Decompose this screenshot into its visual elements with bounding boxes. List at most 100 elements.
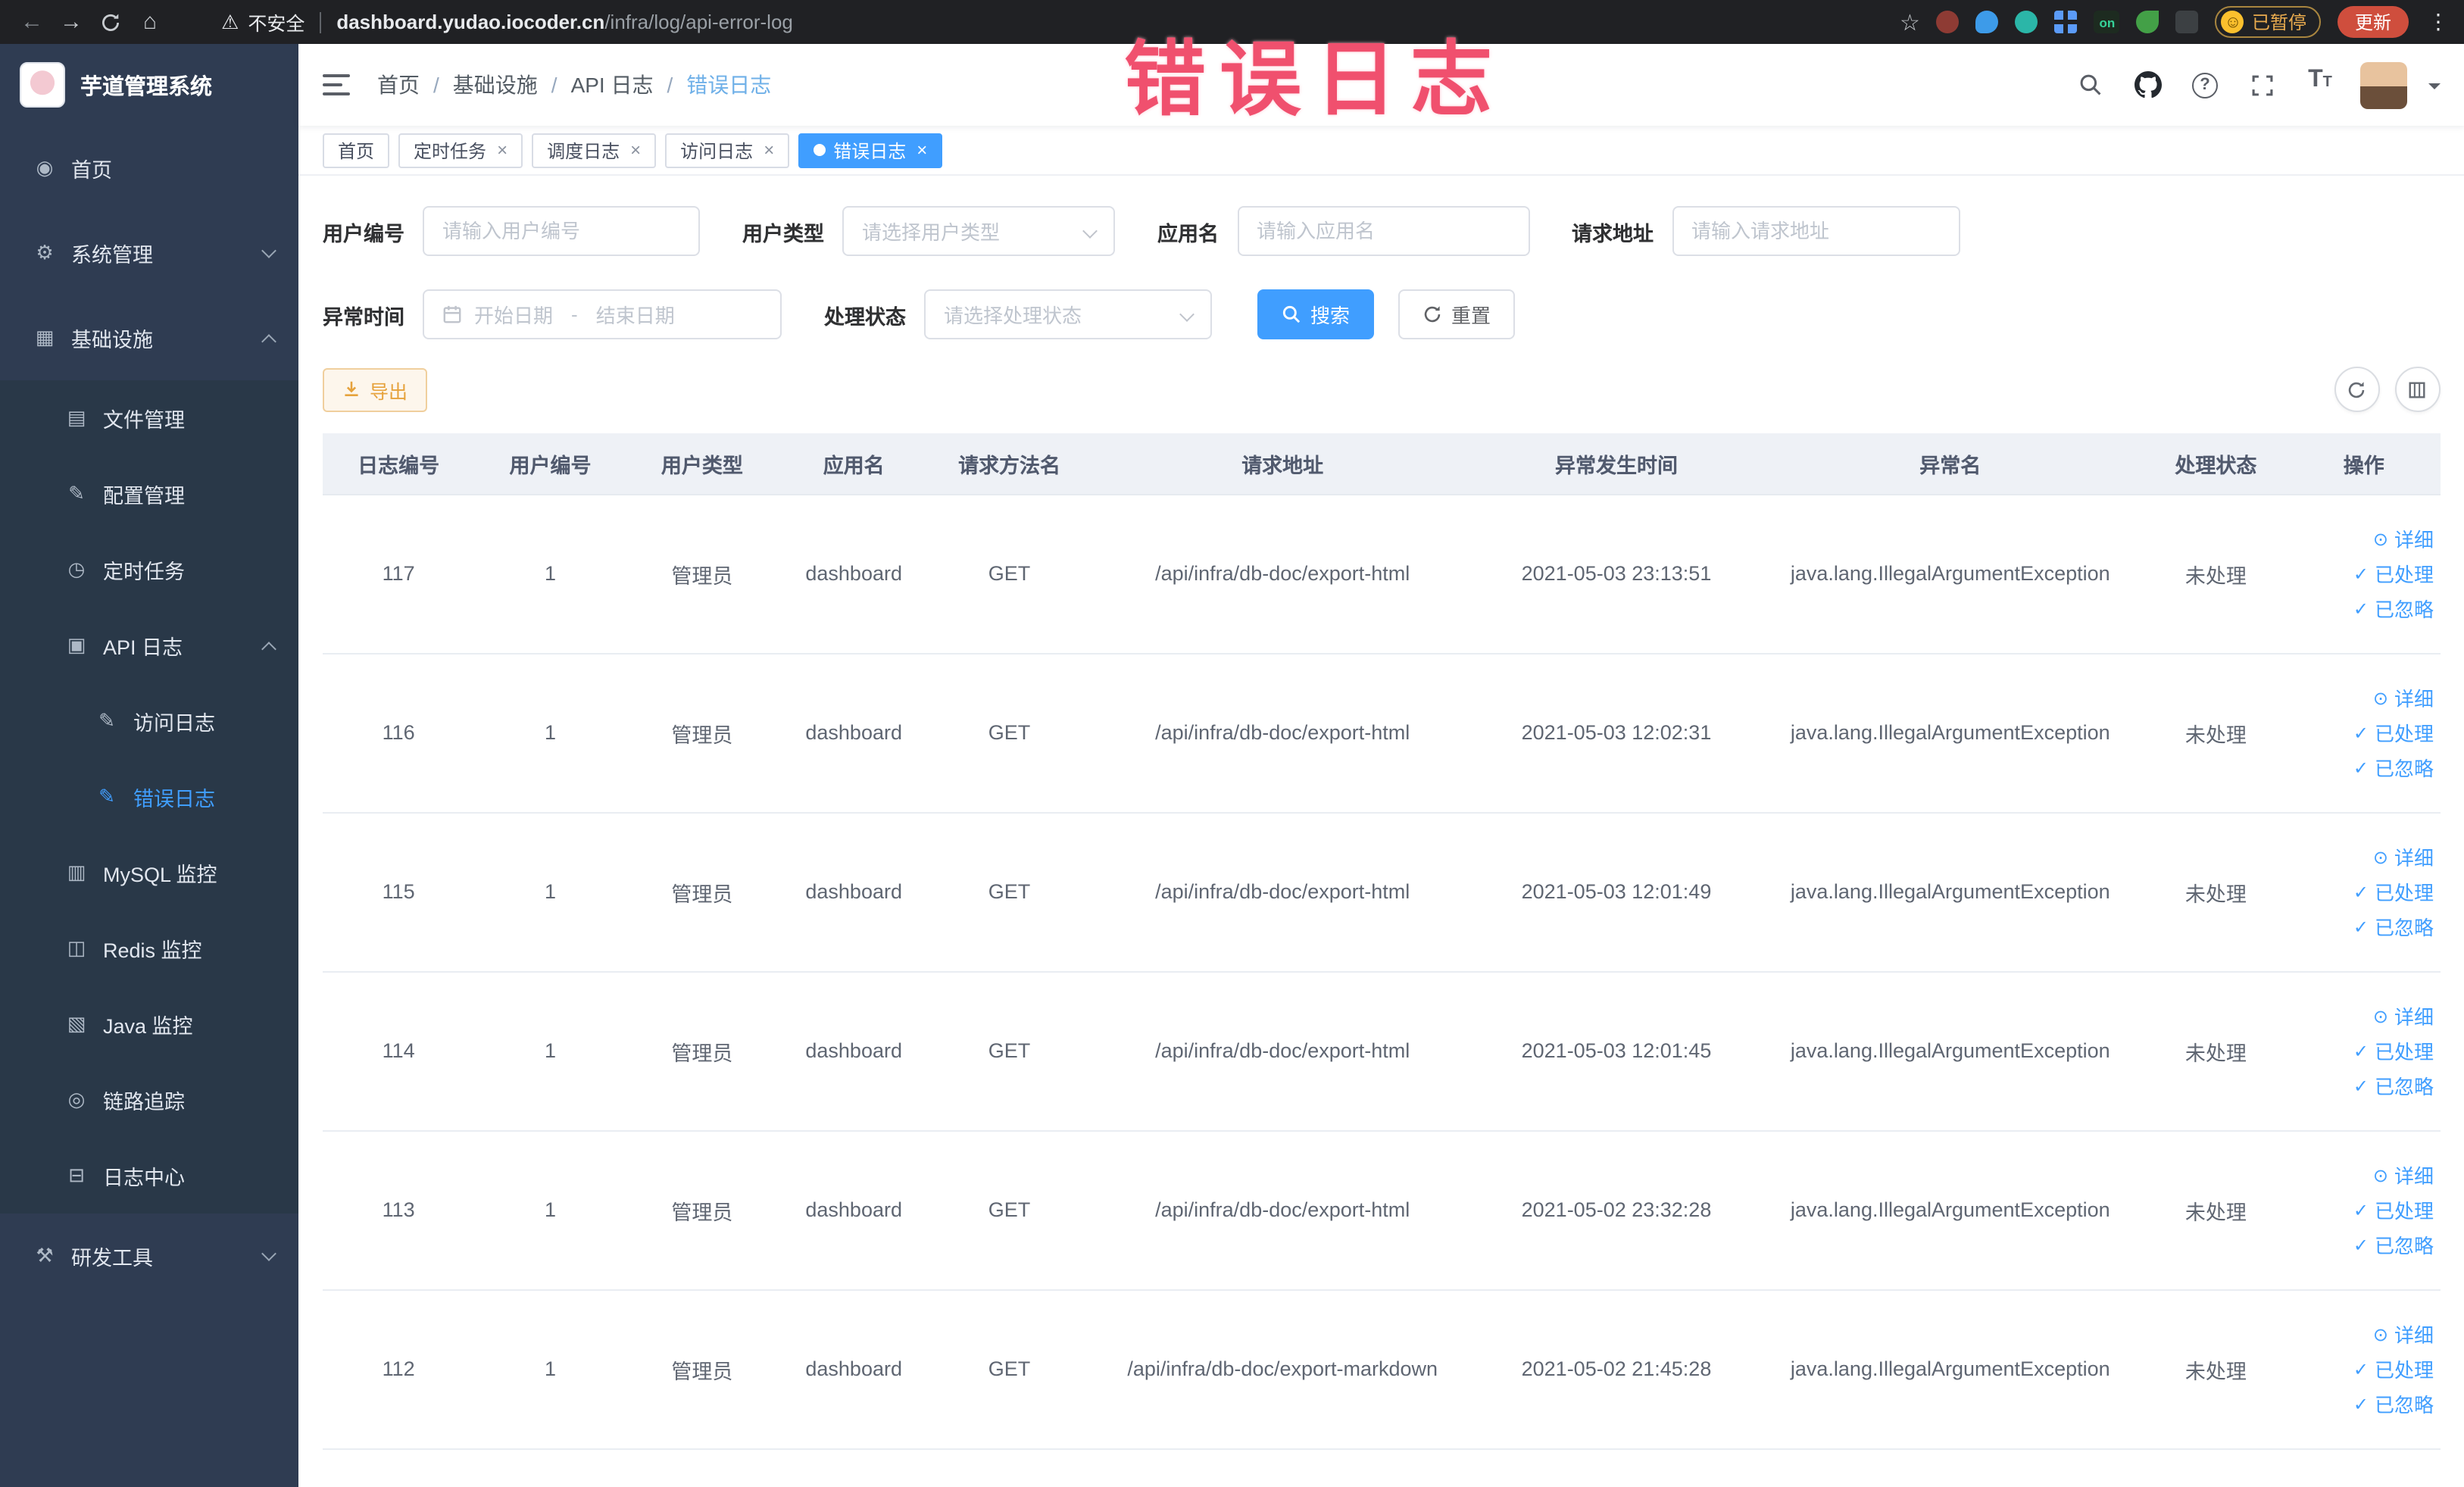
eye-icon: ⊙ — [2372, 687, 2388, 708]
github-icon[interactable] — [2129, 67, 2166, 103]
date-range-picker[interactable]: 开始日期 - 结束日期 — [423, 289, 782, 339]
cell-method: GET — [929, 1130, 1089, 1290]
processed-link[interactable]: ✓ 已处理 — [2353, 1195, 2434, 1224]
sidebar-item-log-center[interactable]: ⊟ 日志中心 — [0, 1138, 298, 1214]
bookmark-star-icon[interactable]: ☆ — [1900, 8, 1920, 36]
database-icon: ▥ — [67, 861, 86, 883]
ignored-link[interactable]: ✓ 已忽略 — [2353, 1071, 2434, 1100]
tab-schedule-log[interactable]: 调度日志 × — [532, 133, 657, 167]
sidebar-item-scheduled-tasks[interactable]: ◷ 定时任务 — [0, 532, 298, 608]
processed-link[interactable]: ✓ 已处理 — [2353, 718, 2434, 747]
ignored-link[interactable]: ✓ 已忽略 — [2353, 594, 2434, 623]
processed-link[interactable]: ✓ 已处理 — [2353, 1354, 2434, 1383]
extension-icon-6[interactable] — [2175, 11, 2199, 33]
hamburger-icon[interactable] — [323, 74, 350, 95]
ignored-link[interactable]: ✓ 已忽略 — [2353, 753, 2434, 782]
search-icon[interactable] — [2072, 67, 2108, 103]
sidebar-item-mysql-monitor[interactable]: ▥ MySQL 监控 — [0, 835, 298, 911]
cell-url: /api/infra/db-doc/export-html — [1088, 494, 1476, 654]
fullscreen-icon[interactable] — [2244, 67, 2281, 103]
close-icon[interactable]: × — [497, 139, 507, 161]
user-type-select[interactable]: 请选择用户类型 — [842, 206, 1115, 256]
detail-link[interactable]: ⊙ 详细 — [2373, 1001, 2434, 1030]
processed-link[interactable]: ✓ 已处理 — [2353, 1036, 2434, 1065]
detail-link[interactable]: ⊙ 详细 — [2373, 683, 2434, 712]
cell-status: 未处理 — [2144, 1130, 2288, 1290]
close-icon[interactable]: × — [764, 139, 774, 161]
search-button[interactable]: 搜索 — [1257, 289, 1375, 339]
refresh-icon — [2348, 381, 2365, 398]
breadcrumb-item[interactable]: 基础设施 — [453, 70, 571, 100]
extension-icon-3[interactable] — [2015, 11, 2038, 33]
sidebar-item-trace[interactable]: ◎ 链路追踪 — [0, 1062, 298, 1138]
sidebar-item-java-monitor[interactable]: ▧ Java 监控 — [0, 986, 298, 1062]
active-dot-icon — [814, 144, 826, 156]
user-id-input[interactable] — [423, 206, 700, 256]
extension-icon-5[interactable] — [2136, 11, 2160, 33]
sidebar-item-system-management[interactable]: ⚙ 系统管理 — [0, 211, 298, 295]
tab-scheduled-tasks[interactable]: 定时任务 × — [398, 133, 523, 167]
tab-error-log[interactable]: 错误日志 × — [798, 133, 943, 167]
sidebar-item-file-management[interactable]: ▤ 文件管理 — [0, 380, 298, 456]
update-button[interactable]: 更新 — [2338, 6, 2408, 38]
sidebar-item-api-log[interactable]: ▣ API 日志 — [0, 608, 298, 683]
access-log-icon: ✎ — [98, 709, 115, 732]
export-button[interactable]: 导出 — [323, 367, 428, 411]
detail-link[interactable]: ⊙ 详细 — [2373, 1320, 2434, 1348]
breadcrumb-item[interactable]: API 日志 — [571, 70, 687, 100]
logo[interactable]: 芋道管理系统 — [0, 44, 298, 126]
folder-icon: ▤ — [67, 406, 86, 429]
sidebar-item-home[interactable]: ◉ 首页 — [0, 126, 298, 211]
cell-time: 2021-05-03 12:01:49 — [1476, 812, 1757, 972]
extension-icon-2[interactable] — [1975, 11, 1999, 33]
detail-link[interactable]: ⊙ 详细 — [2373, 1161, 2434, 1189]
ignored-link[interactable]: ✓ 已忽略 — [2353, 1389, 2434, 1418]
paused-badge[interactable]: ☺ 已暂停 — [2215, 6, 2322, 38]
detail-link[interactable]: ⊙ 详细 — [2373, 524, 2434, 553]
site-security-chip[interactable]: ⚠ 不安全 — [221, 8, 304, 36]
navbar-right-cluster: ? TT — [2072, 61, 2440, 108]
processed-link[interactable]: ✓ 已处理 — [2353, 877, 2434, 906]
extension-icon-1[interactable] — [1936, 11, 1960, 33]
address-bar[interactable]: dashboard.yudao.iocoder.cn/infra/log/api… — [336, 11, 793, 33]
ignored-link[interactable]: ✓ 已忽略 — [2353, 1230, 2434, 1259]
action-label: 已处理 — [2374, 882, 2434, 904]
detail-link[interactable]: ⊙ 详细 — [2373, 842, 2434, 871]
reset-button-label: 重置 — [1451, 305, 1491, 327]
sidebar-item-config-management[interactable]: ✎ 配置管理 — [0, 456, 298, 532]
chevron-down-icon[interactable] — [2428, 83, 2440, 95]
help-icon[interactable]: ? — [2187, 67, 2223, 103]
tab-home[interactable]: 首页 — [323, 133, 390, 167]
extension-icon-4[interactable] — [2054, 11, 2078, 33]
refresh-table-button[interactable] — [2334, 367, 2379, 412]
tab-access-log[interactable]: 访问日志 × — [665, 133, 790, 167]
back-icon[interactable]: ← — [12, 2, 52, 42]
check-icon: ✓ — [2353, 598, 2369, 619]
error-log-icon: ✎ — [98, 785, 115, 808]
forward-icon[interactable]: → — [52, 2, 91, 42]
home-icon[interactable]: ⌂ — [130, 2, 170, 42]
sidebar-item-dev-tools[interactable]: ⚒ 研发工具 — [0, 1214, 298, 1298]
close-icon[interactable]: × — [917, 139, 927, 161]
close-icon[interactable]: × — [630, 139, 641, 161]
avatar[interactable] — [2359, 61, 2406, 108]
process-status-select[interactable]: 请选择处理状态 — [924, 289, 1212, 339]
sidebar-item-infrastructure[interactable]: ▦ 基础设施 — [0, 295, 298, 380]
column-settings-button[interactable] — [2394, 367, 2440, 412]
ignored-link[interactable]: ✓ 已忽略 — [2353, 912, 2434, 941]
browser-menu-icon[interactable]: ⋮ — [2425, 9, 2452, 35]
request-url-input[interactable] — [1672, 206, 1960, 256]
refresh-icon[interactable] — [91, 2, 130, 42]
sidebar-item-access-log[interactable]: ✎ 访问日志 — [0, 683, 298, 759]
processed-link[interactable]: ✓ 已处理 — [2353, 559, 2434, 588]
extension-on-badge[interactable]: on — [2094, 11, 2120, 33]
reset-button[interactable]: 重置 — [1398, 289, 1516, 339]
app-name-input[interactable] — [1237, 206, 1529, 256]
breadcrumb-item[interactable]: 首页 — [377, 70, 453, 100]
cell-user-id: 1 — [474, 494, 626, 654]
sidebar-item-error-log[interactable]: ✎ 错误日志 — [0, 759, 298, 835]
sidebar-item-label: Redis 监控 — [103, 939, 202, 962]
sidebar-item-redis-monitor[interactable]: ◫ Redis 监控 — [0, 911, 298, 986]
divider — [320, 11, 322, 33]
font-size-icon[interactable]: TT — [2302, 67, 2338, 103]
